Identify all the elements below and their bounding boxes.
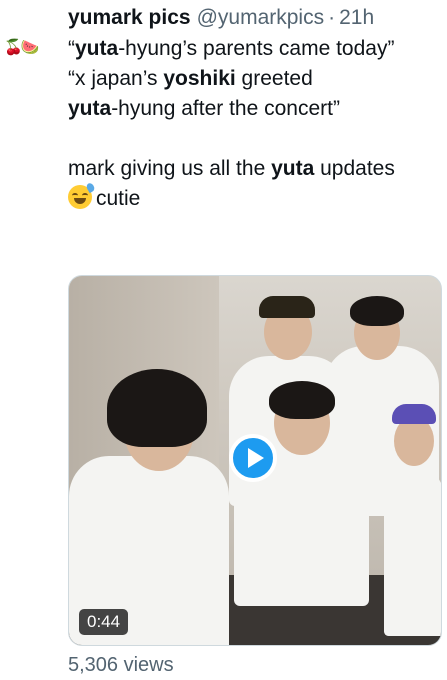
tweet-line: mark giving us all the yuta updates [68, 157, 395, 180]
tweet-header: yumark pics @yumarkpics · 21h [68, 4, 443, 32]
video-duration: 0:44 [79, 609, 129, 635]
tweet-line: yuta-hyung after the concert” [68, 97, 340, 120]
author-handle[interactable]: @yumarkpics [197, 4, 325, 32]
tweet-content: yumark pics @yumarkpics · 21h “yuta-hyun… [68, 4, 443, 214]
tweet-text: “yuta-hyung’s parents came today” “x jap… [68, 34, 443, 214]
separator-dot: · [328, 6, 336, 29]
tweet-line: cutie [68, 181, 443, 214]
view-count[interactable]: 5,306 views [68, 654, 174, 677]
video-figure [69, 361, 234, 645]
video-player[interactable]: 0:44 [68, 275, 442, 646]
video-figure [384, 396, 441, 636]
avatar-emoji: 🍒🍉 [4, 39, 39, 56]
play-button[interactable] [229, 434, 277, 482]
tweet-line: “x japan’s yoshiki greeted [68, 67, 313, 90]
author-name[interactable]: yumark pics [68, 4, 191, 32]
timestamp[interactable]: 21h [339, 4, 374, 32]
video-figure [229, 371, 369, 606]
tweet-line: “yuta-hyung’s parents came today” [68, 37, 395, 60]
avatar[interactable]: 🍒🍉 [4, 36, 44, 58]
grinning-sweat-emoji-icon [68, 181, 96, 209]
